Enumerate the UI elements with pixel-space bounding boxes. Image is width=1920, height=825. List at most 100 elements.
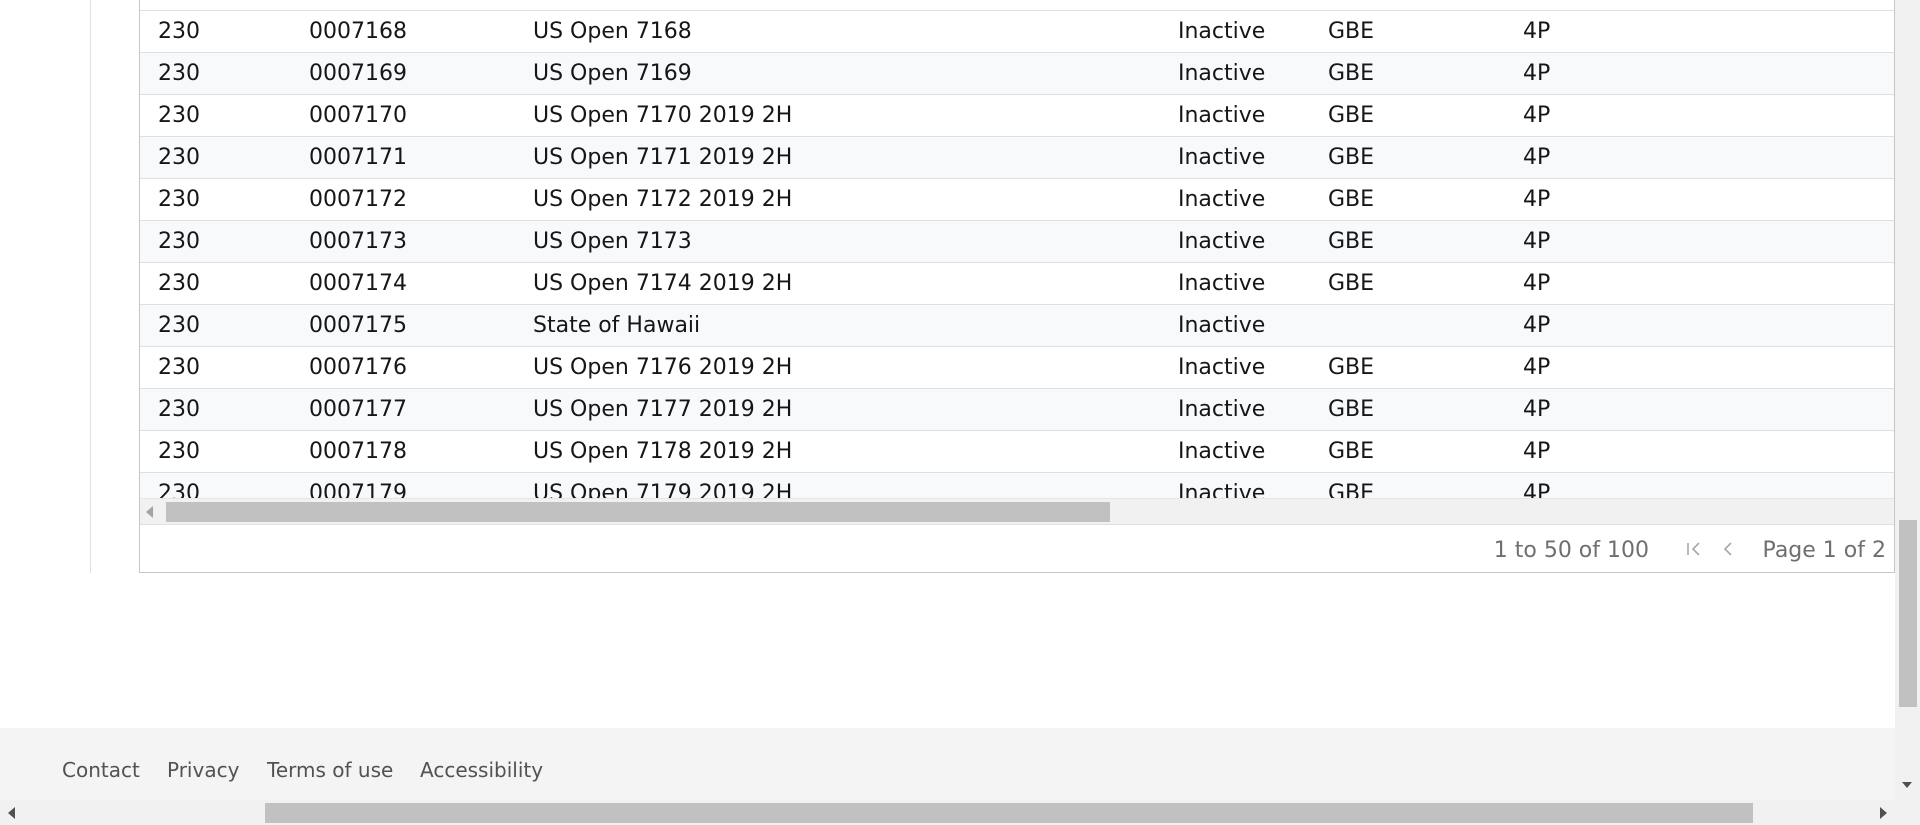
footer-link-accessibility[interactable]: Accessibility xyxy=(420,758,543,782)
data-grid: 230 0007168 US Open 7168 Inactive GBE 4P 230 00… xyxy=(139,0,1895,573)
grid-scroll-thumb[interactable] xyxy=(166,502,1110,522)
cell-account-name: US Open 7176 2019 2H xyxy=(533,355,793,380)
cell-code: GBE xyxy=(1328,229,1375,254)
cell-region: 230 xyxy=(158,397,200,422)
cell-status: Inactive xyxy=(1178,271,1266,296)
first-page-button[interactable] xyxy=(1684,537,1704,561)
cell-account-name: US Open 7172 2019 2H xyxy=(533,187,793,212)
grid-rows: 230 0007168 US Open 7168 Inactive GBE 4P 230 00… xyxy=(140,11,1894,498)
cell-account-id: 0007170 xyxy=(309,103,407,128)
cell-status: Inactive xyxy=(1178,439,1266,464)
row-count-summary: 1 to 50 of 100 xyxy=(1493,538,1649,563)
page-scroll-right-arrow-icon[interactable] xyxy=(1880,807,1887,819)
table-row[interactable]: 230 0007171 US Open 7171 2019 2H Inactive GB… xyxy=(140,137,1894,179)
cell-status: Inactive xyxy=(1178,19,1266,44)
cell-account-id: 0007178 xyxy=(309,439,407,464)
table-row[interactable]: 230 0007177 US Open 7177 2019 2H Inactive GB… xyxy=(140,389,1894,431)
table-row[interactable]: 230 0007170 US Open 7170 2019 2H Inactive GB… xyxy=(140,95,1894,137)
footer-link-contact[interactable]: Contact xyxy=(62,758,140,782)
table-row[interactable]: 230 0007179 US Open 7179 2019 2H Inactive GB… xyxy=(140,473,1894,498)
cell-region: 230 xyxy=(158,61,200,86)
table-row[interactable]: 230 0007172 US Open 7172 2019 2H Inactive GB… xyxy=(140,179,1894,221)
partially-hidden-row xyxy=(140,0,1894,11)
table-row[interactable]: 230 0007175 State of Hawaii Inactive 4P xyxy=(140,305,1894,347)
cell-account-id: 0007172 xyxy=(309,187,407,212)
cell-account-name: US Open 7169 xyxy=(533,61,692,86)
cell-type: 4P xyxy=(1523,187,1551,212)
cell-region: 230 xyxy=(158,187,200,212)
scroll-left-arrow-icon[interactable] xyxy=(146,506,153,518)
cell-account-name: US Open 7178 2019 2H xyxy=(533,439,793,464)
table-row[interactable]: 230 0007168 US Open 7168 Inactive GBE 4P xyxy=(140,11,1894,53)
page-scroll-left-arrow-icon[interactable] xyxy=(8,807,15,819)
cell-region: 230 xyxy=(158,103,200,128)
cell-code: GBE xyxy=(1328,271,1375,296)
cell-account-name: US Open 7171 2019 2H xyxy=(533,145,793,170)
cell-type: 4P xyxy=(1523,397,1551,422)
table-row[interactable]: 230 0007169 US Open 7169 Inactive GBE 4P xyxy=(140,53,1894,95)
cell-code: GBE xyxy=(1328,61,1375,86)
cell-code: GBE xyxy=(1328,397,1375,422)
left-panel-divider xyxy=(90,0,91,573)
cell-status: Inactive xyxy=(1178,355,1266,380)
cell-code: GBE xyxy=(1328,439,1375,464)
pagination-bar: 1 to 50 of 100 Page 1 of 2 xyxy=(140,524,1894,572)
cell-account-id: 0007176 xyxy=(309,355,407,380)
grid-body[interactable]: 230 0007168 US Open 7168 Inactive GBE 4P 230 00… xyxy=(140,0,1894,498)
footer-link-privacy[interactable]: Privacy xyxy=(167,758,239,782)
cell-account-id: 0007175 xyxy=(309,313,407,338)
cell-status: Inactive xyxy=(1178,61,1266,86)
cell-status: Inactive xyxy=(1178,145,1266,170)
cell-code: GBE xyxy=(1328,355,1375,380)
cell-account-id: 0007168 xyxy=(309,19,407,44)
page-vertical-scrollbar[interactable] xyxy=(1895,0,1920,800)
previous-page-button[interactable] xyxy=(1720,537,1736,561)
cell-type: 4P xyxy=(1523,145,1551,170)
cell-type: 4P xyxy=(1523,229,1551,254)
scroll-down-arrow-icon[interactable] xyxy=(1902,782,1912,788)
cell-status: Inactive xyxy=(1178,103,1266,128)
table-row[interactable]: 230 0007178 US Open 7178 2019 2H Inactive GB… xyxy=(140,431,1894,473)
cell-type: 4P xyxy=(1523,439,1551,464)
cell-account-name: State of Hawaii xyxy=(533,313,701,338)
cell-type: 4P xyxy=(1523,19,1551,44)
cell-region: 230 xyxy=(158,19,200,44)
cell-type: 4P xyxy=(1523,271,1551,296)
cell-type: 4P xyxy=(1523,481,1551,498)
cell-type: 4P xyxy=(1523,313,1551,338)
table-row[interactable]: 230 0007173 US Open 7173 Inactive GBE 4P xyxy=(140,221,1894,263)
cell-status: Inactive xyxy=(1178,187,1266,212)
cell-status: Inactive xyxy=(1178,313,1266,338)
cell-code: GBE xyxy=(1328,103,1375,128)
page-vertical-scroll-thumb[interactable] xyxy=(1899,520,1917,707)
cell-account-name: US Open 7179 2019 2H xyxy=(533,481,793,498)
cell-type: 4P xyxy=(1523,355,1551,380)
cell-account-name: US Open 7177 2019 2H xyxy=(533,397,793,422)
cell-status: Inactive xyxy=(1178,229,1266,254)
cell-account-id: 0007169 xyxy=(309,61,407,86)
cell-account-id: 0007177 xyxy=(309,397,407,422)
page-horizontal-scrollbar[interactable] xyxy=(0,800,1920,825)
cell-account-id: 0007173 xyxy=(309,229,407,254)
cell-region: 230 xyxy=(158,271,200,296)
cell-region: 230 xyxy=(158,229,200,254)
cell-account-name: US Open 7173 xyxy=(533,229,692,254)
footer-link-terms[interactable]: Terms of use xyxy=(267,758,393,782)
cell-account-name: US Open 7174 2019 2H xyxy=(533,271,793,296)
cell-type: 4P xyxy=(1523,103,1551,128)
cell-account-id: 0007179 xyxy=(309,481,407,498)
table-row[interactable]: 230 0007174 US Open 7174 2019 2H Inactive GB… xyxy=(140,263,1894,305)
cell-region: 230 xyxy=(158,439,200,464)
table-row[interactable]: 230 0007176 US Open 7176 2019 2H Inactive GB… xyxy=(140,347,1894,389)
page-horizontal-scroll-thumb[interactable] xyxy=(265,803,1753,823)
cell-code: GBE xyxy=(1328,19,1375,44)
first-page-icon xyxy=(1687,542,1700,556)
cell-region: 230 xyxy=(158,355,200,380)
cell-status: Inactive xyxy=(1178,397,1266,422)
cell-code: GBE xyxy=(1328,145,1375,170)
grid-horizontal-scrollbar[interactable] xyxy=(140,498,1894,524)
cell-account-id: 0007171 xyxy=(309,145,407,170)
cell-type: 4P xyxy=(1523,61,1551,86)
chevron-left-icon xyxy=(1723,542,1732,556)
site-footer: Contact Privacy Terms of use Accessibili… xyxy=(0,728,1895,800)
